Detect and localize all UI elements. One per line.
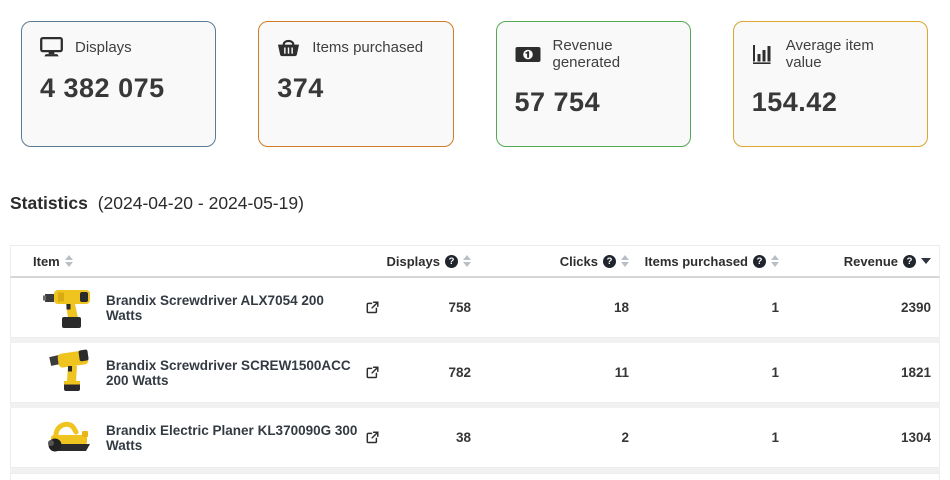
help-icon[interactable]: ? — [903, 255, 916, 268]
item-link[interactable]: Brandix Electric Planer KL370090G 300 Wa… — [106, 423, 361, 453]
money-bill-icon — [515, 46, 541, 63]
sort-icon[interactable] — [463, 255, 471, 267]
card-average-item-value: Average item value 154.42 — [733, 21, 928, 147]
displays-value: 782 — [379, 365, 471, 380]
card-revenue-generated-label: Revenue generated — [553, 37, 672, 71]
item-link[interactable]: Brandix Screwdriver ALX7054 200 Watts — [106, 293, 361, 323]
product-image-screwdriver-screw1500acc — [42, 347, 97, 399]
card-displays: Displays 4 382 075 — [21, 21, 216, 147]
sort-icon[interactable] — [771, 255, 779, 267]
bar-chart-icon — [752, 44, 774, 64]
column-header-clicks-label: Clicks — [560, 254, 598, 269]
displays-value: 38 — [379, 430, 471, 445]
clicks-value: 18 — [471, 300, 629, 315]
help-icon[interactable]: ? — [603, 255, 616, 268]
statistics-heading: Statistics (2024-04-20 - 2024-05-19) — [10, 193, 940, 214]
table-row-partial — [10, 473, 940, 480]
column-header-items-purchased[interactable]: Items purchased ? — [629, 254, 779, 269]
product-image-screwdriver-alx7054 — [42, 282, 97, 334]
card-items-purchased: Items purchased 374 — [258, 21, 453, 147]
item-link[interactable]: Brandix Screwdriver SCREW1500ACC 200 Wat… — [106, 358, 361, 388]
statistics-table: Item Displays ? Clicks ? Items purchased… — [10, 245, 940, 480]
revenue-value: 2390 — [779, 300, 939, 315]
help-icon[interactable]: ? — [753, 255, 766, 268]
external-link-icon[interactable] — [366, 366, 379, 379]
card-displays-value: 4 382 075 — [40, 73, 197, 104]
revenue-value: 1304 — [779, 430, 939, 445]
column-header-clicks[interactable]: Clicks ? — [471, 254, 629, 269]
basket-icon — [277, 37, 300, 57]
card-items-purchased-label: Items purchased — [312, 39, 423, 56]
card-average-item-value-header: Average item value — [752, 37, 909, 71]
external-link-icon[interactable] — [366, 301, 379, 314]
statistics-date-range: (2024-04-20 - 2024-05-19) — [98, 193, 304, 213]
revenue-value: 1821 — [779, 365, 939, 380]
items-purchased-value: 1 — [629, 365, 779, 380]
items-purchased-value: 1 — [629, 430, 779, 445]
column-header-displays-label: Displays — [387, 254, 440, 269]
product-image-electric-planer — [42, 412, 97, 464]
column-header-item[interactable]: Item — [11, 254, 379, 269]
card-items-purchased-value: 374 — [277, 73, 434, 104]
card-average-item-value-value: 154.42 — [752, 87, 909, 118]
displays-value: 758 — [379, 300, 471, 315]
sort-icon[interactable] — [621, 255, 629, 267]
help-icon[interactable]: ? — [445, 255, 458, 268]
external-link-icon[interactable] — [366, 431, 379, 444]
card-revenue-generated-value: 57 754 — [515, 87, 672, 118]
table-header-row: Item Displays ? Clicks ? Items purchased… — [10, 245, 940, 278]
item-cell: Brandix Screwdriver SCREW1500ACC 200 Wat… — [11, 347, 379, 399]
sort-desc-icon[interactable] — [921, 258, 931, 264]
table-row: Brandix Screwdriver SCREW1500ACC 200 Wat… — [10, 343, 940, 403]
item-cell: Brandix Screwdriver ALX7054 200 Watts — [11, 282, 379, 334]
clicks-value: 2 — [471, 430, 629, 445]
column-header-revenue-label: Revenue — [844, 254, 898, 269]
card-revenue-generated: Revenue generated 57 754 — [496, 21, 691, 147]
card-items-purchased-header: Items purchased — [277, 37, 434, 57]
statistics-title: Statistics — [10, 193, 88, 213]
table-row: Brandix Electric Planer KL370090G 300 Wa… — [10, 408, 940, 468]
card-average-item-value-label: Average item value — [786, 37, 909, 71]
items-purchased-value: 1 — [629, 300, 779, 315]
display-icon — [40, 37, 63, 57]
column-header-revenue[interactable]: Revenue ? — [779, 254, 939, 269]
card-displays-header: Displays — [40, 37, 197, 57]
table-row: Brandix Screwdriver ALX7054 200 Watts 75… — [10, 278, 940, 338]
column-header-displays[interactable]: Displays ? — [379, 254, 471, 269]
card-revenue-generated-header: Revenue generated — [515, 37, 672, 71]
item-cell: Brandix Electric Planer KL370090G 300 Wa… — [11, 412, 379, 464]
summary-cards: Displays 4 382 075 Items purchased 374 — [0, 0, 950, 147]
sort-icon[interactable] — [65, 255, 73, 267]
column-header-items-purchased-label: Items purchased — [645, 254, 748, 269]
card-displays-label: Displays — [75, 39, 132, 56]
clicks-value: 11 — [471, 365, 629, 380]
column-header-item-label: Item — [33, 254, 60, 269]
